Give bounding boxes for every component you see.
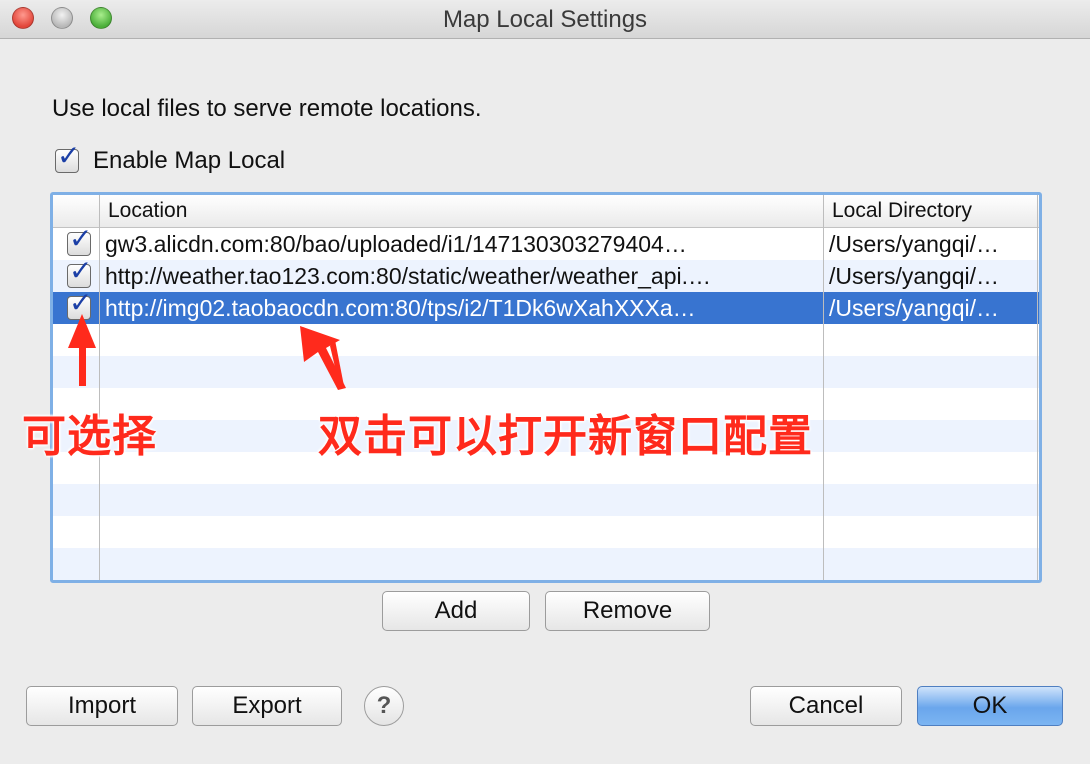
column-divider [823,195,824,580]
empty-row [53,484,1039,516]
row-local-directory: /Users/yangqi/… [829,263,1000,289]
annotation-double-click: 双击可以打开新窗口配置 [318,412,813,461]
column-divider [99,195,100,580]
annotation-selectable: 可选择 [22,412,157,461]
checkmark-icon: ✓ [57,140,81,171]
mappings-table[interactable]: Location Local Directory ✓ gw3.alicdn.co… [50,192,1042,583]
column-header-location[interactable]: Location [108,199,187,223]
title-bar: Map Local Settings [0,0,1090,39]
table-header: Location Local Directory [53,195,1039,228]
export-button[interactable]: Export [192,686,342,726]
empty-row [53,516,1039,548]
row-location: http://img02.taobaocdn.com:80/tps/i2/T1D… [105,295,696,321]
table-row[interactable]: ✓ gw3.alicdn.com:80/bao/uploaded/i1/1471… [53,223,1039,260]
ok-button[interactable]: OK [917,686,1063,726]
cancel-button[interactable]: Cancel [750,686,902,726]
intro-text: Use local files to serve remote location… [52,95,482,122]
empty-row [53,356,1039,388]
column-header-local-directory[interactable]: Local Directory [832,199,972,223]
row-local-directory: /Users/yangqi/… [829,295,1000,321]
table-row[interactable]: ✓ http://weather.tao123.com:80/static/we… [53,255,1039,292]
checkmark-icon: ✓ [69,255,93,286]
window-title: Map Local Settings [442,6,648,33]
checkmark-icon: ✓ [69,223,93,254]
empty-row [53,324,1039,356]
row-location: gw3.alicdn.com:80/bao/uploaded/i1/147130… [105,231,687,257]
column-divider [1037,195,1038,580]
add-button[interactable]: Add [382,591,530,631]
checkmark-icon: ✓ [69,287,93,318]
row-enabled-checkbox[interactable]: ✓ [67,289,92,326]
empty-row [53,548,1039,580]
row-location: http://weather.tao123.com:80/static/weat… [105,263,712,289]
enable-map-local-label: Enable Map Local [93,147,286,174]
row-local-directory: /Users/yangqi/… [829,231,1000,257]
import-button[interactable]: Import [26,686,178,726]
enable-map-local-checkbox[interactable]: ✓ [55,142,80,173]
enable-map-local-row[interactable]: ✓ Enable Map Local [55,142,286,178]
help-button[interactable]: ? [364,686,404,726]
remove-button[interactable]: Remove [545,591,710,631]
table-row-selected[interactable]: ✓ http://img02.taobaocdn.com:80/tps/i2/T… [53,289,1039,326]
